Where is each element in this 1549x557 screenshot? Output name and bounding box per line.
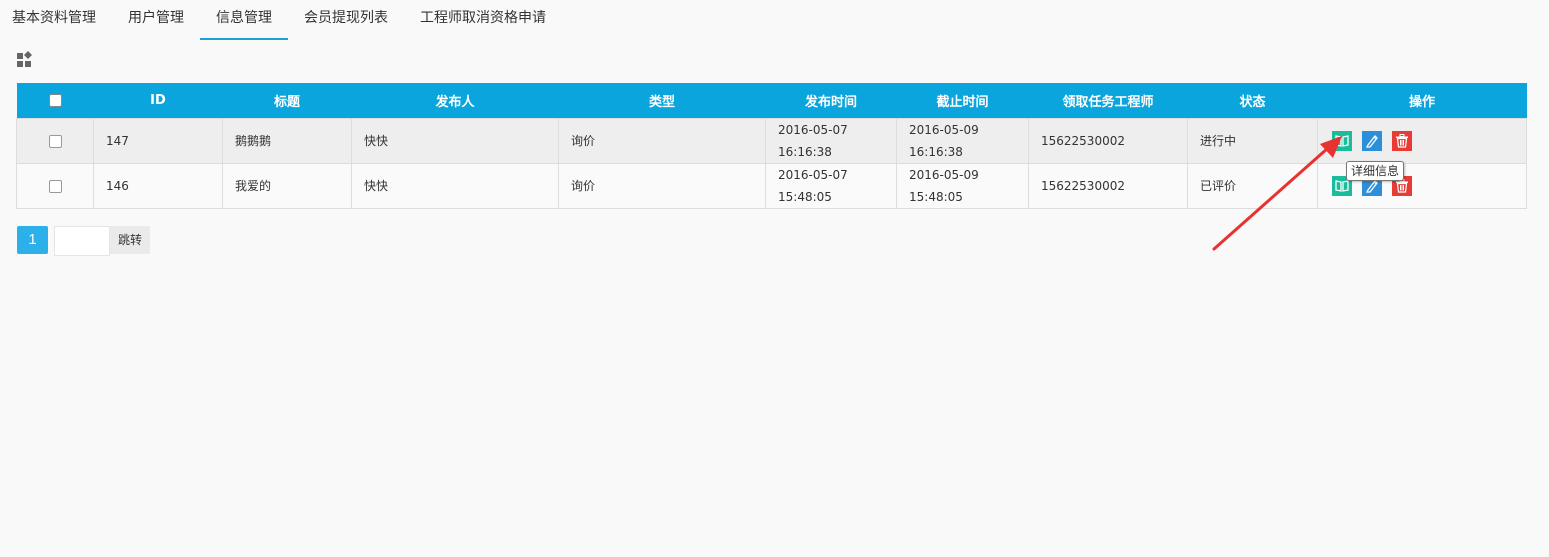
deadline-date: 2016-05-09 <box>909 168 979 182</box>
cell-publish-time: 2016-05-07 16:16:38 <box>765 118 897 164</box>
cell-status: 已评价 <box>1187 163 1318 209</box>
select-all-checkbox[interactable] <box>48 94 62 107</box>
top-tabs: 基本资料管理 用户管理 信息管理 会员提现列表 工程师取消资格申请 <box>0 0 562 40</box>
edit-button[interactable] <box>1362 131 1382 151</box>
publish-date: 2016-05-07 <box>778 123 848 137</box>
row-checkbox-cell <box>16 163 94 209</box>
cell-engineer: 15622530002 <box>1028 118 1188 164</box>
deadline-clock: 15:48:05 <box>909 190 963 204</box>
cell-publisher: 快快 <box>351 118 559 164</box>
table-row: 146 我爱的 快快 询价 2016-05-07 15:48:05 2016-05… <box>16 163 1527 209</box>
cell-publish-time: 2016-05-07 15:48:05 <box>765 163 897 209</box>
pencil-icon <box>1365 135 1378 148</box>
tab-basic-info[interactable]: 基本资料管理 <box>0 0 112 38</box>
publish-date: 2016-05-07 <box>778 168 848 182</box>
column-header[interactable]: 发布时间 <box>765 83 897 119</box>
cell-actions <box>1317 118 1527 164</box>
tab-member-withdrawal[interactable]: 会员提现列表 <box>288 0 404 38</box>
cell-status: 进行中 <box>1187 118 1318 164</box>
select-all-cell <box>16 83 94 119</box>
page-jump-input[interactable] <box>54 226 110 256</box>
details-tooltip: 详细信息 <box>1346 161 1405 181</box>
grid-settings-icon[interactable] <box>17 51 33 67</box>
cell-title: 鹅鹅鹅 <box>222 118 352 164</box>
cell-id: 147 <box>93 118 223 164</box>
view-details-button[interactable] <box>1332 131 1352 151</box>
table-header-row: ID 标题 发布人 类型 发布时间 截止时间 领取任务工程师 状态 操作 <box>16 83 1527 119</box>
cell-type: 询价 <box>558 163 766 209</box>
publish-clock: 16:16:38 <box>778 145 832 159</box>
publish-clock: 15:48:05 <box>778 190 832 204</box>
table-row: 147 鹅鹅鹅 快快 询价 2016-05-07 16:16:38 2016-05… <box>16 118 1527 164</box>
cell-deadline: 2016-05-09 16:16:38 <box>896 118 1029 164</box>
cell-title: 我爱的 <box>222 163 352 209</box>
row-checkbox[interactable] <box>48 135 62 148</box>
deadline-clock: 16:16:38 <box>909 145 963 159</box>
column-header[interactable]: 发布人 <box>351 83 559 119</box>
cell-deadline: 2016-05-09 15:48:05 <box>896 163 1029 209</box>
cell-id: 146 <box>93 163 223 209</box>
column-header[interactable]: 操作 <box>1317 83 1527 119</box>
tab-user-management[interactable]: 用户管理 <box>112 0 200 38</box>
pagination: 1 跳转 <box>17 226 150 256</box>
column-header[interactable]: ID <box>93 83 223 119</box>
tab-engineer-cancel[interactable]: 工程师取消资格申请 <box>404 0 562 38</box>
trash-icon <box>1396 134 1408 148</box>
info-table: ID 标题 发布人 类型 发布时间 截止时间 领取任务工程师 状态 操作 147… <box>16 83 1527 209</box>
book-icon <box>1335 135 1349 147</box>
cell-engineer: 15622530002 <box>1028 163 1188 209</box>
column-header[interactable]: 类型 <box>558 83 766 119</box>
jump-button[interactable]: 跳转 <box>110 226 150 254</box>
delete-button[interactable] <box>1392 131 1412 151</box>
row-checkbox[interactable] <box>48 180 62 193</box>
pencil-icon <box>1365 180 1378 193</box>
tab-info-management[interactable]: 信息管理 <box>200 0 288 40</box>
deadline-date: 2016-05-09 <box>909 123 979 137</box>
row-checkbox-cell <box>16 118 94 164</box>
trash-icon <box>1396 179 1408 193</box>
cell-publisher: 快快 <box>351 163 559 209</box>
column-header[interactable]: 状态 <box>1187 83 1318 119</box>
page-number-button[interactable]: 1 <box>17 226 48 254</box>
column-header[interactable]: 领取任务工程师 <box>1028 83 1188 119</box>
cell-type: 询价 <box>558 118 766 164</box>
column-header[interactable]: 截止时间 <box>896 83 1029 119</box>
book-icon <box>1335 180 1349 192</box>
column-header[interactable]: 标题 <box>222 83 352 119</box>
